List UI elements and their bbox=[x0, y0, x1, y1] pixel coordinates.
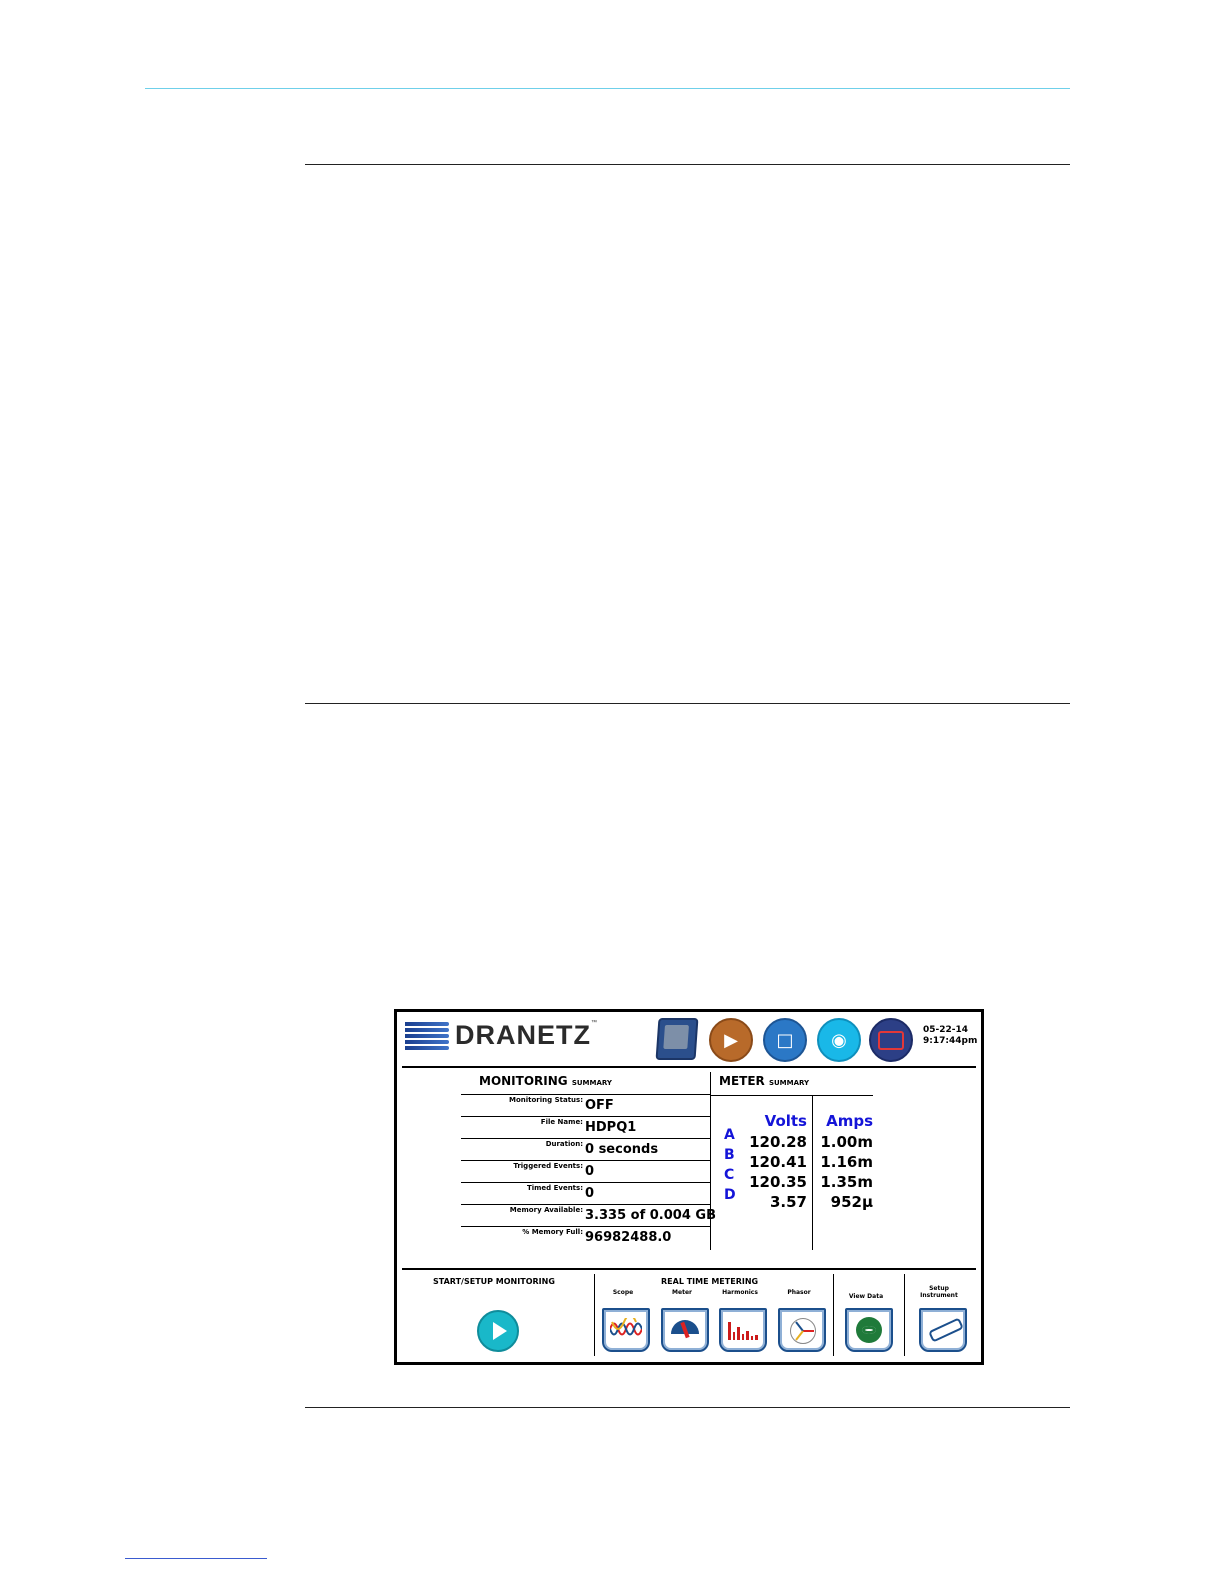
row-label: File Name: bbox=[540, 1118, 583, 1126]
row-label: Triggered Events: bbox=[513, 1162, 583, 1170]
amps-header: Amps bbox=[826, 1112, 873, 1130]
timed-events-row: Timed Events: 0 bbox=[461, 1182, 711, 1205]
volts-amps-divider bbox=[812, 1095, 813, 1250]
phase-c: C bbox=[724, 1167, 735, 1183]
scope-label: Scope bbox=[612, 1289, 634, 1296]
row-value: 0 bbox=[585, 1164, 595, 1179]
phase-b: B bbox=[724, 1147, 735, 1163]
phasor-label: Phasor bbox=[787, 1289, 811, 1296]
meter-dial-icon bbox=[671, 1320, 699, 1334]
section-rule bbox=[305, 164, 1070, 165]
volts-b: 120.41 bbox=[749, 1153, 807, 1171]
date-text: 05-22-14 bbox=[923, 1025, 969, 1035]
meter-summary-title: METER SUMMARY bbox=[719, 1074, 810, 1088]
row-value: 3.335 of 0.004 GB bbox=[585, 1208, 716, 1223]
duration-row: Duration: 0 seconds bbox=[461, 1138, 711, 1161]
meter-header-divider bbox=[711, 1095, 873, 1096]
footer-divider bbox=[402, 1268, 976, 1270]
row-label: Duration: bbox=[545, 1140, 583, 1148]
date-time: 05-22-14 9:17:44pm bbox=[923, 1025, 977, 1047]
time-text: 9:17:44pm bbox=[923, 1036, 978, 1046]
row-label: Memory Available: bbox=[509, 1206, 583, 1214]
view-data-button[interactable] bbox=[845, 1308, 893, 1352]
row-value: OFF bbox=[585, 1098, 614, 1113]
monitor-screen-icon[interactable] bbox=[655, 1018, 699, 1060]
brand-logo-text: DRANETZ™ bbox=[455, 1020, 598, 1050]
wireless-icon[interactable]: ◉ bbox=[817, 1018, 861, 1062]
volts-c: 120.35 bbox=[749, 1173, 807, 1191]
view-data-label: View Data bbox=[848, 1293, 884, 1300]
amps-d: 952µ bbox=[830, 1193, 873, 1211]
dranetz-logo-icon bbox=[405, 1022, 449, 1052]
harmonics-bars-icon bbox=[728, 1320, 759, 1340]
footnote-rule bbox=[125, 1558, 267, 1559]
camera-icon[interactable]: ▶ bbox=[709, 1018, 753, 1062]
header-divider bbox=[402, 1066, 976, 1068]
row-label: % Memory Full: bbox=[522, 1228, 583, 1236]
meter-label: Meter bbox=[672, 1289, 692, 1296]
instrument-home-screen: DRANETZ™ ▶ □ ◉ 05-22-14 9:17:44pm MONITO… bbox=[394, 1009, 984, 1365]
memory-available-row: Memory Available: 3.335 of 0.004 GB bbox=[461, 1204, 716, 1227]
row-value: 96982488.0 bbox=[585, 1230, 672, 1245]
volts-header: Volts bbox=[764, 1112, 807, 1130]
eye-icon bbox=[856, 1317, 882, 1343]
amps-values: 1.00m 1.16m 1.35m 952µ bbox=[817, 1132, 873, 1212]
row-value: 0 seconds bbox=[585, 1142, 659, 1157]
start-monitoring-button[interactable] bbox=[477, 1310, 519, 1352]
volts-a: 120.28 bbox=[749, 1133, 807, 1151]
setup-label-line2: Instrument bbox=[920, 1292, 958, 1299]
phase-a: A bbox=[724, 1127, 735, 1143]
amps-b: 1.16m bbox=[820, 1153, 873, 1171]
setup-label-line1: Setup bbox=[929, 1285, 949, 1292]
toolbar-divider bbox=[594, 1274, 595, 1356]
harmonics-label: Harmonics bbox=[722, 1289, 758, 1296]
monitoring-summary-title: MONITORING SUMMARY bbox=[479, 1074, 612, 1088]
phase-labels: A B C D bbox=[724, 1125, 736, 1205]
wrench-icon bbox=[928, 1317, 964, 1343]
meter-button[interactable] bbox=[661, 1308, 709, 1352]
phasor-button[interactable] bbox=[778, 1308, 826, 1352]
toolbar-divider bbox=[833, 1274, 834, 1356]
section-rule bbox=[305, 703, 1070, 704]
volts-d: 3.57 bbox=[769, 1193, 807, 1211]
scope-waveform-icon bbox=[610, 1318, 642, 1336]
summary-divider bbox=[710, 1072, 711, 1250]
memory-full-row: % Memory Full: 96982488.0 bbox=[461, 1226, 711, 1249]
setup-instrument-label: Setup Instrument bbox=[915, 1285, 963, 1299]
display-rect-icon[interactable] bbox=[869, 1018, 913, 1062]
setup-instrument-button[interactable] bbox=[919, 1308, 967, 1352]
real-time-metering-label: REAL TIME METERING bbox=[661, 1277, 759, 1286]
row-value: HDPQ1 bbox=[585, 1120, 637, 1135]
amps-a: 1.00m bbox=[820, 1133, 873, 1151]
section-rule bbox=[305, 1407, 1070, 1408]
triggered-events-row: Triggered Events: 0 bbox=[461, 1160, 711, 1183]
header-rule bbox=[145, 88, 1070, 89]
document-icon[interactable]: □ bbox=[763, 1018, 807, 1062]
row-label: Monitoring Status: bbox=[508, 1096, 583, 1104]
monitoring-status-row: Monitoring Status: OFF bbox=[461, 1094, 711, 1117]
harmonics-button[interactable] bbox=[719, 1308, 767, 1352]
toolbar-divider bbox=[904, 1274, 905, 1356]
play-icon bbox=[493, 1322, 507, 1340]
phasor-diagram-icon bbox=[790, 1318, 816, 1344]
file-name-row: File Name: HDPQ1 bbox=[461, 1116, 711, 1139]
row-label: Timed Events: bbox=[526, 1184, 583, 1192]
start-setup-label: START/SETUP MONITORING bbox=[433, 1277, 555, 1286]
scope-button[interactable] bbox=[602, 1308, 650, 1352]
volts-values: 120.28 120.41 120.35 3.57 bbox=[745, 1132, 807, 1212]
row-value: 0 bbox=[585, 1186, 595, 1201]
amps-c: 1.35m bbox=[820, 1173, 873, 1191]
phase-d: D bbox=[724, 1187, 736, 1203]
